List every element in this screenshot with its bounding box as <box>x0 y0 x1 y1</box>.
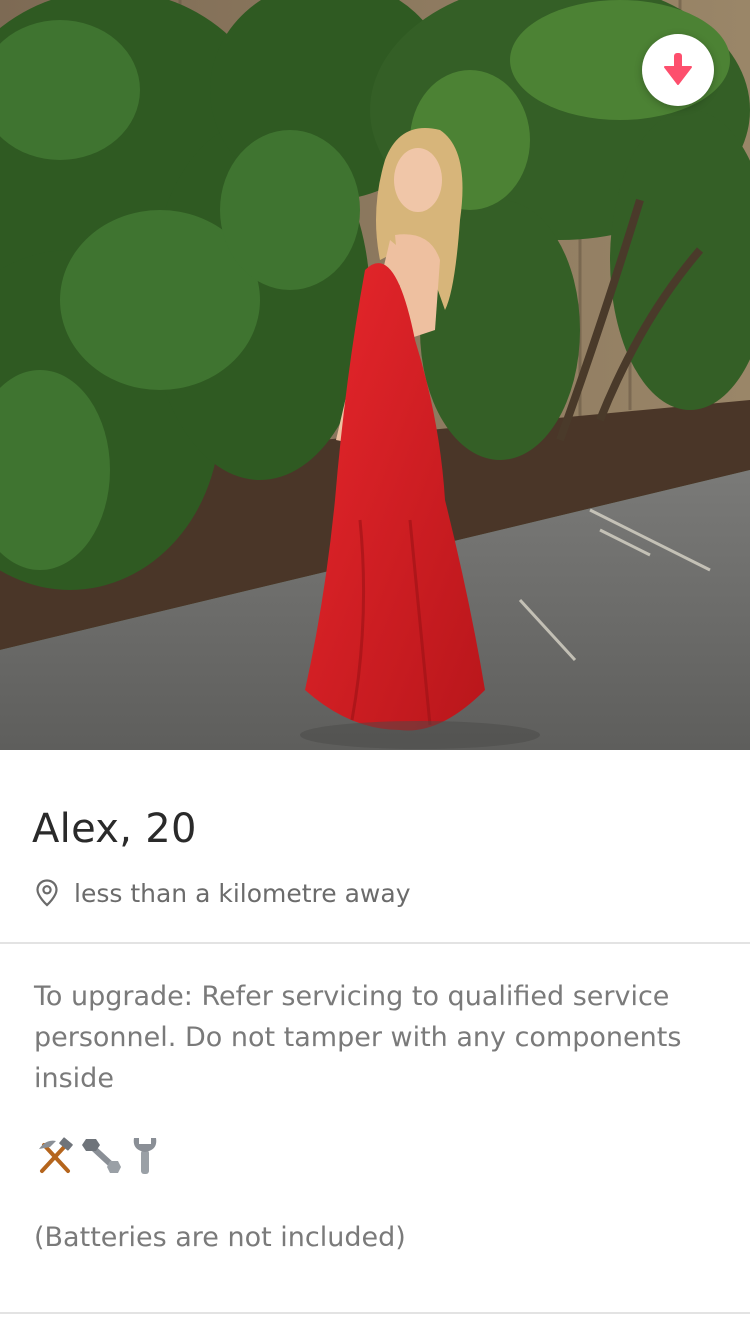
hammer-and-pick-icon <box>36 1137 74 1175</box>
divider <box>0 942 750 944</box>
distance-row: less than a kilometre away <box>36 876 411 910</box>
profile-photo[interactable] <box>0 0 750 750</box>
distance-label: less than a kilometre away <box>74 878 411 908</box>
profile-bio: To upgrade: Refer servicing to qualified… <box>34 981 682 1094</box>
profile-name-age: Alex, 20 <box>32 806 197 852</box>
profile-note: (Batteries are not included) <box>34 1222 406 1253</box>
wrench-icon <box>130 1136 160 1176</box>
nut-and-bolt-icon <box>82 1137 122 1175</box>
collapse-profile-button[interactable] <box>642 34 714 106</box>
divider-bottom <box>0 1312 750 1314</box>
arrow-down-icon <box>664 53 692 85</box>
tool-emojis <box>36 1134 168 1178</box>
location-pin-icon <box>36 879 58 907</box>
profile-photo-image <box>0 0 750 750</box>
